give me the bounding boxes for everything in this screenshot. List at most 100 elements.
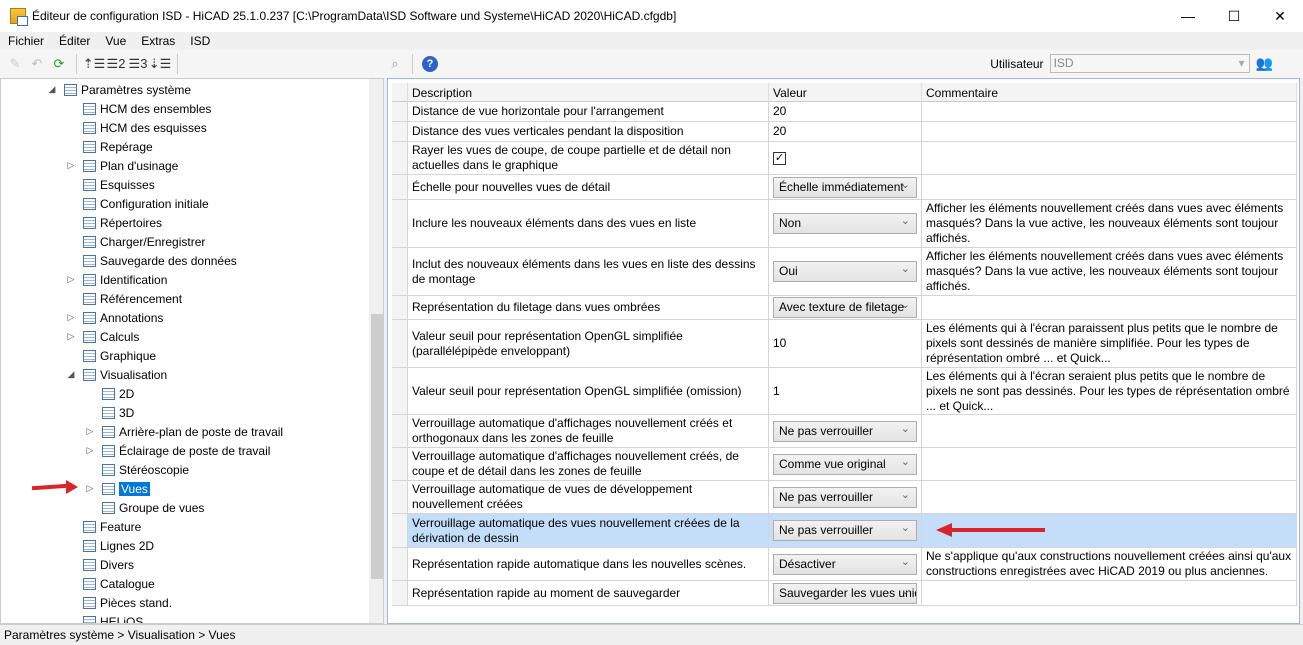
tree-item[interactable]: Lignes 2D xyxy=(83,536,154,555)
maximize-button[interactable]: ☐ xyxy=(1211,0,1257,32)
tree-item[interactable]: 2D xyxy=(102,384,134,403)
edit-pencil-icon[interactable]: ✎ xyxy=(4,53,26,75)
tree-item[interactable]: ▷ Calculs xyxy=(68,327,140,346)
value-cell[interactable]: Non xyxy=(769,200,922,247)
table-row[interactable]: Verrouillage automatique des vues nouvel… xyxy=(392,514,1297,548)
row-header[interactable] xyxy=(392,175,408,199)
level-2-icon[interactable]: ☰2 xyxy=(105,53,127,75)
tree-item[interactable]: HELiOS xyxy=(83,612,143,623)
table-row[interactable]: Distance des vues verticales pendant la … xyxy=(392,122,1297,142)
tree-item[interactable]: Charger/Enregistrer xyxy=(83,232,205,251)
table-row[interactable]: Représentation du filetage dans vues omb… xyxy=(392,296,1297,320)
table-row[interactable]: Distance de vue horizontale pour l'arran… xyxy=(392,102,1297,122)
menu-isd[interactable]: ISD xyxy=(182,34,217,48)
collapse-arrow-icon[interactable]: ◢ xyxy=(66,369,76,380)
tree-item[interactable]: ▷ Annotations xyxy=(68,308,164,327)
table-row[interactable]: Inclut des nouveaux éléments dans les vu… xyxy=(392,248,1297,296)
undo-icon[interactable]: ↶ xyxy=(26,53,48,75)
expand-all-icon[interactable]: ⇣☰ xyxy=(149,53,172,75)
column-header-valeur[interactable]: Valeur xyxy=(769,83,922,102)
tree-item[interactable]: Catalogue xyxy=(83,574,155,593)
value-cell[interactable]: 20 xyxy=(769,102,922,121)
row-header[interactable] xyxy=(392,581,408,605)
expand-arrow-icon[interactable]: ▷ xyxy=(66,274,76,285)
help-icon[interactable]: ? xyxy=(419,53,441,75)
tree-item[interactable]: Feature xyxy=(83,517,141,536)
expand-arrow-icon[interactable]: ▷ xyxy=(66,160,76,171)
menu-vue[interactable]: Vue xyxy=(97,34,133,48)
table-row[interactable]: Verrouillage automatique d'affichages no… xyxy=(392,448,1297,481)
value-cell[interactable]: ✓ xyxy=(769,142,922,174)
row-header[interactable] xyxy=(392,514,408,547)
tree-item[interactable]: Repérage xyxy=(83,137,153,156)
tree-item[interactable]: Pièces stand. xyxy=(83,593,172,612)
value-dropdown[interactable]: Échelle immédiatement xyxy=(773,176,917,198)
value-dropdown[interactable]: Ne pas verrouiller xyxy=(773,420,917,442)
level-3-icon[interactable]: ☰3 xyxy=(127,53,149,75)
collapse-arrow-icon[interactable]: ◢ xyxy=(47,84,57,95)
tree-item[interactable]: ◢ Visualisation xyxy=(68,365,168,384)
tree-item[interactable]: Divers xyxy=(83,555,134,574)
value-text[interactable]: 1 xyxy=(773,384,780,399)
value-cell[interactable]: Ne pas verrouiller xyxy=(769,514,922,547)
value-cell[interactable]: Avec texture de filetage xyxy=(769,296,922,319)
value-cell[interactable]: Oui xyxy=(769,248,922,295)
value-cell[interactable]: Désactiver xyxy=(769,548,922,580)
value-cell[interactable]: Échelle immédiatement xyxy=(769,175,922,199)
expand-arrow-icon[interactable]: ▷ xyxy=(85,445,95,456)
tree-item[interactable]: ▷ Arrière-plan de poste de travail xyxy=(87,422,284,441)
row-header[interactable] xyxy=(392,481,408,513)
table-row[interactable]: Verrouillage automatique de vues de déve… xyxy=(392,481,1297,514)
row-header[interactable] xyxy=(392,296,408,319)
row-header[interactable] xyxy=(392,368,408,414)
expand-arrow-icon[interactable]: ▷ xyxy=(85,426,95,437)
menu-extras[interactable]: Extras xyxy=(133,34,182,48)
value-dropdown[interactable]: Désactiver xyxy=(773,553,917,575)
value-cell[interactable]: Ne pas verrouiller xyxy=(769,481,922,513)
table-row[interactable]: Représentation rapide au moment de sauve… xyxy=(392,581,1297,606)
value-text[interactable]: 20 xyxy=(773,104,786,119)
tree-item[interactable]: Graphique xyxy=(83,346,156,365)
tree-item[interactable]: ▷ Identification xyxy=(68,270,168,289)
collapse-all-icon[interactable]: ⇡☰ xyxy=(83,53,106,75)
table-row[interactable]: Rayer les vues de coupe, de coupe partie… xyxy=(392,142,1297,175)
value-text[interactable]: 10 xyxy=(773,336,786,351)
value-dropdown[interactable]: Ne pas verrouiller xyxy=(773,486,917,508)
value-cell[interactable]: Sauvegarder les vues uniquement xyxy=(769,581,922,605)
menu-fichier[interactable]: Fichier xyxy=(0,34,51,48)
value-dropdown[interactable]: Comme vue original xyxy=(773,453,917,475)
tree-scrollbar[interactable] xyxy=(369,79,383,623)
table-row[interactable]: Verrouillage automatique d'affichages no… xyxy=(392,415,1297,448)
row-header[interactable] xyxy=(392,142,408,174)
value-text[interactable]: 20 xyxy=(773,124,786,139)
value-cell[interactable]: 10 xyxy=(769,320,922,367)
table-row[interactable]: Valeur seuil pour représentation OpenGL … xyxy=(392,368,1297,415)
tree-item[interactable]: ◢ Paramètres système xyxy=(49,80,192,99)
row-header[interactable] xyxy=(392,122,408,141)
tree-item[interactable]: Répertoires xyxy=(83,213,162,232)
row-header[interactable] xyxy=(392,248,408,295)
row-header[interactable] xyxy=(392,548,408,580)
table-row[interactable]: Inclure les nouveaux éléments dans des v… xyxy=(392,200,1297,248)
tree-item[interactable]: ▷ Plan d'usinage xyxy=(68,156,179,175)
expand-arrow-icon[interactable]: ▷ xyxy=(66,331,76,342)
tree-item[interactable]: Groupe de vues xyxy=(102,498,204,517)
value-checkbox[interactable]: ✓ xyxy=(773,151,786,165)
table-row[interactable]: Valeur seuil pour représentation OpenGL … xyxy=(392,320,1297,368)
row-header[interactable] xyxy=(392,102,408,121)
row-header[interactable] xyxy=(392,415,408,447)
scrollbar-thumb[interactable] xyxy=(371,314,383,579)
refresh-icon[interactable]: ⟳ xyxy=(48,53,70,75)
tree-item[interactable]: HCM des esquisses xyxy=(83,118,207,137)
tree-item[interactable]: HCM des ensembles xyxy=(83,99,211,118)
tree-item[interactable]: Sauvegarde des données xyxy=(83,251,237,270)
column-header-description[interactable]: Description xyxy=(408,83,769,102)
tree-item[interactable]: Esquisses xyxy=(83,175,155,194)
table-row[interactable]: Représentation rapide automatique dans l… xyxy=(392,548,1297,581)
find-binoculars-icon[interactable]: ⌕ xyxy=(384,53,406,75)
table-row[interactable]: Échelle pour nouvelles vues de détail Éch… xyxy=(392,175,1297,200)
value-cell[interactable]: Comme vue original xyxy=(769,448,922,480)
value-dropdown[interactable]: Avec texture de filetage xyxy=(773,297,917,318)
users-icon[interactable]: 👥 xyxy=(1256,55,1273,72)
value-dropdown[interactable]: Oui xyxy=(773,261,917,282)
